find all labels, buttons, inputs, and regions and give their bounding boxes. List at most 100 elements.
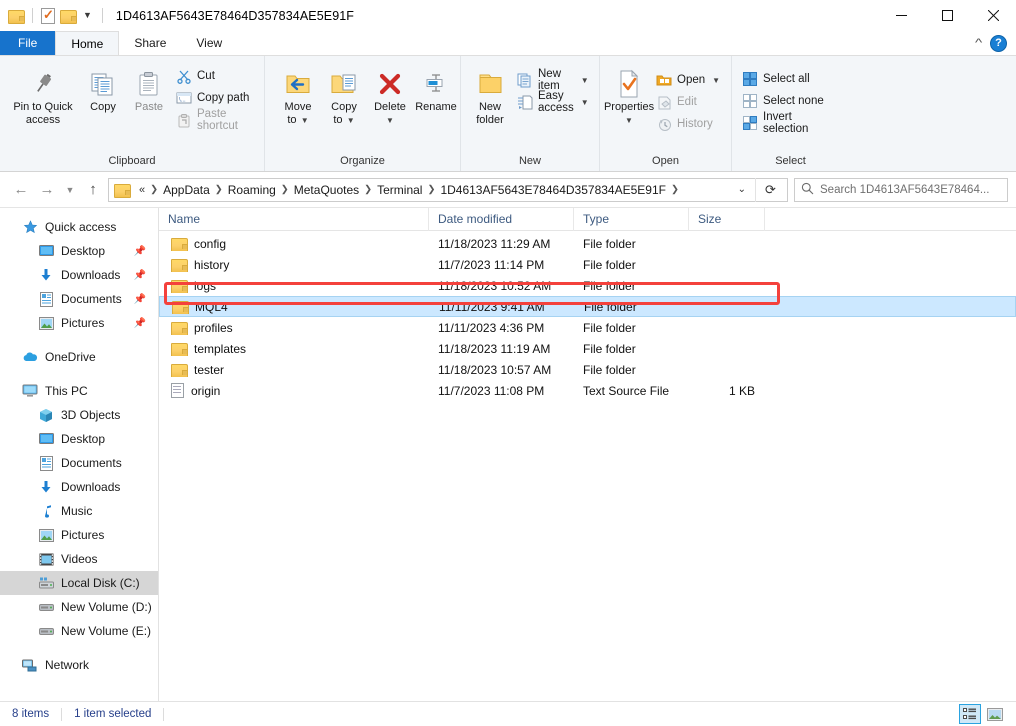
select-all-button[interactable]: Select all bbox=[738, 68, 843, 90]
breadcrumb-roaming[interactable]: Roaming bbox=[224, 181, 280, 199]
sidebar-item-videos[interactable]: Videos bbox=[0, 547, 158, 571]
breadcrumb-metaquotes[interactable]: MetaQuotes bbox=[290, 181, 363, 199]
new-item-dropdown-icon[interactable]: ▼ bbox=[581, 76, 589, 85]
pin-icon[interactable]: 📌 bbox=[134, 270, 146, 281]
sidebar-item-downloads-quick[interactable]: Downloads 📌 bbox=[0, 263, 158, 287]
copy-button[interactable]: Copy bbox=[80, 63, 126, 115]
delete-dropdown-icon[interactable]: ▼ bbox=[386, 116, 394, 125]
new-folder-icon[interactable] bbox=[60, 9, 77, 24]
sort-ascending-icon: ^ bbox=[290, 208, 298, 214]
sidebar-item-desktop-quick[interactable]: Desktop 📌 bbox=[0, 239, 158, 263]
move-to-dropdown-icon[interactable]: ▼ bbox=[299, 116, 309, 125]
invert-selection-button[interactable]: Invert selection bbox=[738, 111, 843, 135]
table-row[interactable]: MQL4 11/11/2023 9:41 AM File folder bbox=[159, 296, 1016, 317]
sidebar-label: 3D Objects bbox=[61, 408, 121, 422]
sidebar-label: Music bbox=[61, 504, 93, 518]
copy-to-dropdown-icon[interactable]: ▼ bbox=[345, 116, 355, 125]
table-row[interactable]: logs 11/18/2023 10:52 AM File folder bbox=[159, 275, 1016, 296]
sidebar-item-desktop-pc[interactable]: Desktop bbox=[0, 427, 158, 451]
pin-icon[interactable]: 📌 bbox=[134, 318, 146, 329]
tab-file[interactable]: File bbox=[0, 31, 56, 55]
forward-button[interactable]: → bbox=[34, 178, 60, 202]
address-dropdown-icon[interactable]: ⌄ bbox=[729, 184, 755, 195]
back-button[interactable]: ← bbox=[8, 178, 34, 202]
sidebar-item-downloads-pc[interactable]: Downloads bbox=[0, 475, 158, 499]
ribbon-group-open: Properties ▼ Open ▼ Edit History Open bbox=[599, 56, 731, 171]
sidebar-item-this-pc[interactable]: This PC bbox=[0, 379, 158, 403]
minimize-button[interactable] bbox=[878, 0, 924, 31]
status-divider-2 bbox=[163, 707, 165, 721]
close-button[interactable] bbox=[970, 0, 1016, 31]
collapse-ribbon-icon[interactable]: ^ bbox=[975, 37, 982, 49]
tab-share[interactable]: Share bbox=[119, 31, 181, 55]
maximize-button[interactable] bbox=[924, 0, 970, 31]
properties-button[interactable]: Properties ▼ bbox=[604, 63, 654, 127]
recent-locations-button[interactable]: ▼ bbox=[60, 178, 80, 202]
table-row[interactable]: profiles 11/11/2023 4:36 PM File folder bbox=[159, 317, 1016, 338]
paste-button[interactable]: Paste bbox=[126, 63, 172, 115]
column-header-type[interactable]: Type bbox=[574, 208, 689, 231]
open-dropdown-icon[interactable]: ▼ bbox=[712, 76, 720, 85]
breadcrumb-appdata[interactable]: AppData bbox=[159, 181, 214, 199]
column-header-size[interactable]: Size bbox=[689, 208, 765, 231]
pin-to-quick-access-button[interactable]: Pin to Quick access bbox=[6, 63, 80, 127]
sidebar-item-onedrive[interactable]: OneDrive bbox=[0, 345, 158, 369]
new-item-button[interactable]: New item ▼ bbox=[513, 68, 595, 92]
sidebar-item-network[interactable]: Network bbox=[0, 653, 158, 677]
pin-icon[interactable]: 📌 bbox=[134, 294, 146, 305]
breadcrumb-current-folder[interactable]: 1D4613AF5643E78464D357834AE5E91F bbox=[436, 181, 670, 199]
quick-access-star-icon bbox=[22, 219, 38, 235]
customize-dropdown-icon[interactable]: ▼ bbox=[81, 11, 94, 20]
up-button[interactable]: ↑ bbox=[80, 178, 106, 202]
sidebar-item-pictures-quick[interactable]: Pictures 📌 bbox=[0, 311, 158, 335]
edit-button[interactable]: Edit bbox=[652, 91, 726, 113]
move-to-button[interactable]: Move to ▼ bbox=[275, 63, 321, 128]
address-bar[interactable]: « ❯ AppData ❯ Roaming ❯ MetaQuotes ❯ Ter… bbox=[108, 177, 788, 202]
search-box[interactable]: Search 1D4613AF5643E78464... bbox=[794, 177, 1008, 202]
new-folder-button[interactable]: New folder bbox=[467, 63, 513, 127]
history-button[interactable]: History bbox=[652, 113, 726, 135]
breadcrumb-terminal[interactable]: Terminal bbox=[373, 181, 426, 199]
easy-access-button[interactable]: Easy access ▼ bbox=[513, 90, 595, 114]
sidebar-item-pictures-pc[interactable]: Pictures bbox=[0, 523, 158, 547]
easy-access-dropdown-icon[interactable]: ▼ bbox=[581, 98, 589, 107]
breadcrumb-overflow[interactable]: « bbox=[135, 182, 149, 198]
file-name: config bbox=[194, 236, 227, 251]
rename-button[interactable]: Rename bbox=[413, 63, 459, 115]
column-header-date-modified[interactable]: Date modified bbox=[429, 208, 574, 231]
file-name: tester bbox=[194, 362, 225, 377]
tab-view[interactable]: View bbox=[181, 31, 237, 55]
large-icons-view-button[interactable] bbox=[984, 704, 1006, 724]
cut-button[interactable]: Cut bbox=[172, 65, 258, 87]
open-button[interactable]: Open ▼ bbox=[652, 69, 726, 91]
sidebar-item-quick-access[interactable]: Quick access bbox=[0, 215, 158, 239]
column-header-name[interactable]: Name ^ bbox=[159, 208, 429, 231]
table-row[interactable]: templates 11/18/2023 11:19 AM File folde… bbox=[159, 338, 1016, 359]
pin-icon[interactable]: 📌 bbox=[134, 246, 146, 257]
copy-path-button[interactable]: \... Copy path bbox=[172, 87, 258, 109]
folder-icon[interactable] bbox=[8, 9, 25, 24]
sidebar-item-documents-pc[interactable]: Documents bbox=[0, 451, 158, 475]
sidebar-item-documents-quick[interactable]: Documents 📌 bbox=[0, 287, 158, 311]
refresh-icon[interactable]: ⟳ bbox=[755, 177, 785, 202]
properties-dropdown-icon[interactable]: ▼ bbox=[625, 116, 633, 125]
sidebar-item-new-volume-e[interactable]: New Volume (E:) bbox=[0, 619, 158, 643]
sidebar-item-new-volume-d[interactable]: New Volume (D:) bbox=[0, 595, 158, 619]
paste-shortcut-button[interactable]: Paste shortcut bbox=[172, 108, 258, 132]
sidebar-item-music[interactable]: Music bbox=[0, 499, 158, 523]
table-row[interactable]: origin 11/7/2023 11:08 PM Text Source Fi… bbox=[159, 380, 1016, 401]
select-none-button[interactable]: Select none bbox=[738, 90, 843, 112]
delete-button[interactable]: Delete ▼ bbox=[367, 63, 413, 127]
properties-icon[interactable] bbox=[41, 7, 55, 24]
table-row[interactable]: config 11/18/2023 11:29 AM File folder bbox=[159, 233, 1016, 254]
details-view-button[interactable] bbox=[959, 704, 981, 724]
copy-to-button[interactable]: Copy to ▼ bbox=[321, 63, 367, 128]
sidebar-item-local-disk-c[interactable]: Local Disk (C:) bbox=[0, 571, 158, 595]
search-input[interactable]: Search 1D4613AF5643E78464... bbox=[820, 184, 989, 196]
tab-home[interactable]: Home bbox=[55, 31, 120, 55]
qat-divider-1 bbox=[32, 8, 33, 23]
table-row[interactable]: history 11/7/2023 11:14 PM File folder bbox=[159, 254, 1016, 275]
sidebar-item-3d-objects[interactable]: 3D Objects bbox=[0, 403, 158, 427]
help-icon[interactable]: ? bbox=[990, 34, 1007, 52]
table-row[interactable]: tester 11/18/2023 10:57 AM File folder bbox=[159, 359, 1016, 380]
